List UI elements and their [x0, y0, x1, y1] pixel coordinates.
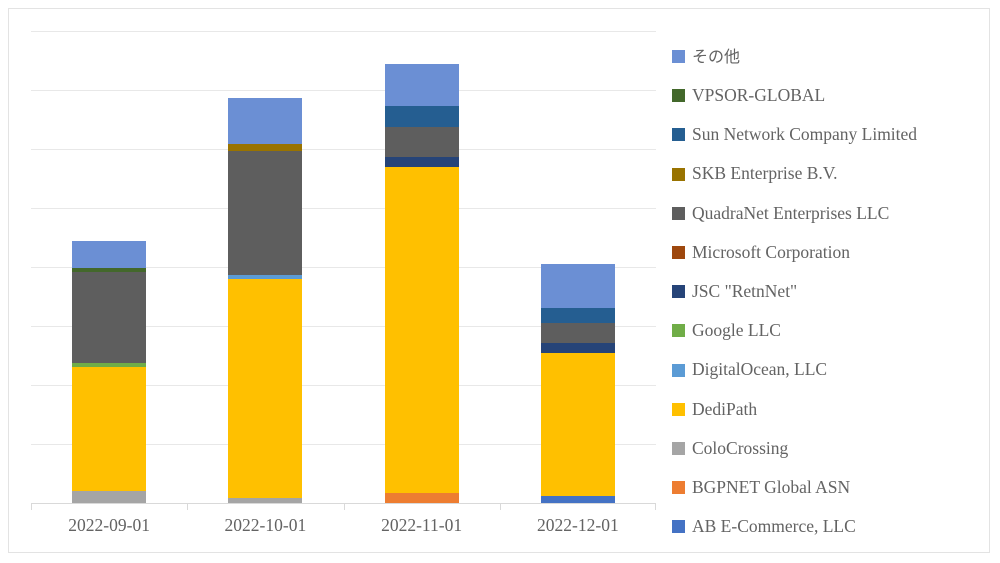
legend-color-swatch-icon [672, 324, 685, 338]
bar-segment[interactable] [228, 278, 303, 498]
bar-segment[interactable] [540, 342, 615, 353]
legend-item[interactable]: Microsoft Corporation [672, 233, 982, 272]
legend-label: AB E-Commerce, LLC [692, 516, 856, 537]
bar-segment[interactable] [540, 322, 615, 343]
legend-color-swatch-icon [672, 285, 685, 299]
legend-color-swatch-icon [672, 441, 685, 455]
legend-label: その他 [692, 46, 741, 66]
legend-item[interactable]: SKB Enterprise B.V. [672, 155, 982, 194]
x-axis-label: 2022-11-01 [381, 515, 463, 535]
bar-column[interactable] [540, 31, 615, 503]
bar-segment[interactable] [540, 307, 615, 323]
bar-column[interactable] [72, 31, 147, 503]
axis-tick [499, 503, 501, 510]
axis-tick [31, 503, 32, 510]
bar-column[interactable] [228, 31, 303, 503]
legend-label: Google LLC [692, 320, 781, 341]
legend-label: SKB Enterprise B.V. [692, 163, 838, 184]
bar-column[interactable] [384, 31, 459, 503]
x-axis-label: 2022-12-01 [537, 515, 619, 535]
bar-segment[interactable] [228, 144, 303, 152]
bar-segment[interactable] [384, 127, 459, 157]
legend-label: Microsoft Corporation [692, 241, 850, 262]
legend-item[interactable]: QuadraNet Enterprises LLC [672, 194, 982, 233]
legend-color-swatch-icon [672, 89, 685, 103]
chart-frame: 2022-09-01 2022-10-01 2022-11-01 2022-12-01… [8, 8, 990, 553]
axis-tick [655, 503, 656, 510]
legend-color-swatch-icon [672, 167, 685, 181]
legend-label: VPSOR-GLOBAL [692, 85, 826, 106]
x-axis-label: 2022-10-01 [224, 515, 307, 535]
legend-item[interactable]: DediPath [672, 390, 982, 429]
legend-item[interactable]: ColoCrossing [672, 429, 982, 468]
legend-item[interactable]: JSC "RetnNet" [672, 272, 982, 311]
legend-item[interactable]: Sun Network Company Limited [672, 115, 982, 154]
bar-segment[interactable] [72, 490, 147, 503]
bar-segment[interactable] [384, 64, 459, 106]
plot-area [31, 31, 656, 510]
legend-color-swatch-icon [672, 481, 685, 495]
legend-label: Sun Network Company Limited [692, 124, 918, 145]
legend-item[interactable]: Google LLC [672, 311, 982, 350]
bar-segment[interactable] [384, 105, 459, 128]
legend-label: QuadraNet Enterprises LLC [692, 202, 890, 223]
bar-stack [228, 97, 303, 503]
legend-color-swatch-icon [672, 50, 685, 64]
bar-stack [384, 64, 459, 503]
legend-color-swatch-icon [672, 246, 685, 260]
legend-color-swatch-icon [672, 402, 685, 416]
chart-legend: その他 VPSOR-GLOBAL Sun Network Company Limit… [672, 37, 982, 546]
legend-color-swatch-icon [672, 128, 685, 142]
bar-segment[interactable] [384, 492, 459, 503]
bar-segment[interactable] [384, 166, 459, 493]
legend-label: DediPath [692, 398, 758, 419]
legend-label: ColoCrossing [692, 437, 789, 458]
axis-tick [343, 503, 345, 510]
bar-segment[interactable] [384, 156, 459, 167]
legend-item[interactable]: DigitalOcean, LLC [672, 351, 982, 390]
bar-segment[interactable] [228, 151, 303, 275]
legend-label: BGPNET Global ASN [692, 476, 851, 497]
bar-segment[interactable] [72, 240, 147, 268]
bar-segment[interactable] [540, 352, 615, 496]
bar-segment[interactable] [540, 495, 615, 503]
legend-label: JSC "RetnNet" [692, 280, 798, 301]
legend-label: DigitalOcean, LLC [692, 359, 828, 380]
legend-color-swatch-icon [672, 520, 685, 534]
bar-stack [540, 263, 615, 503]
legend-color-swatch-icon [672, 363, 685, 377]
axis-tick [187, 503, 189, 510]
legend-item[interactable]: その他 [672, 37, 982, 76]
bar-segment[interactable] [540, 263, 615, 308]
legend-item[interactable]: VPSOR-GLOBAL [672, 76, 982, 115]
legend-item[interactable]: BGPNET Global ASN [672, 468, 982, 507]
bar-segment[interactable] [72, 367, 147, 491]
bar-segment[interactable] [228, 97, 303, 145]
x-axis-label: 2022-09-01 [68, 515, 150, 535]
legend-item[interactable]: AB E-Commerce, LLC [672, 507, 982, 546]
bar-stack [72, 240, 147, 503]
legend-color-swatch-icon [672, 206, 685, 220]
bar-segment[interactable] [72, 271, 147, 364]
